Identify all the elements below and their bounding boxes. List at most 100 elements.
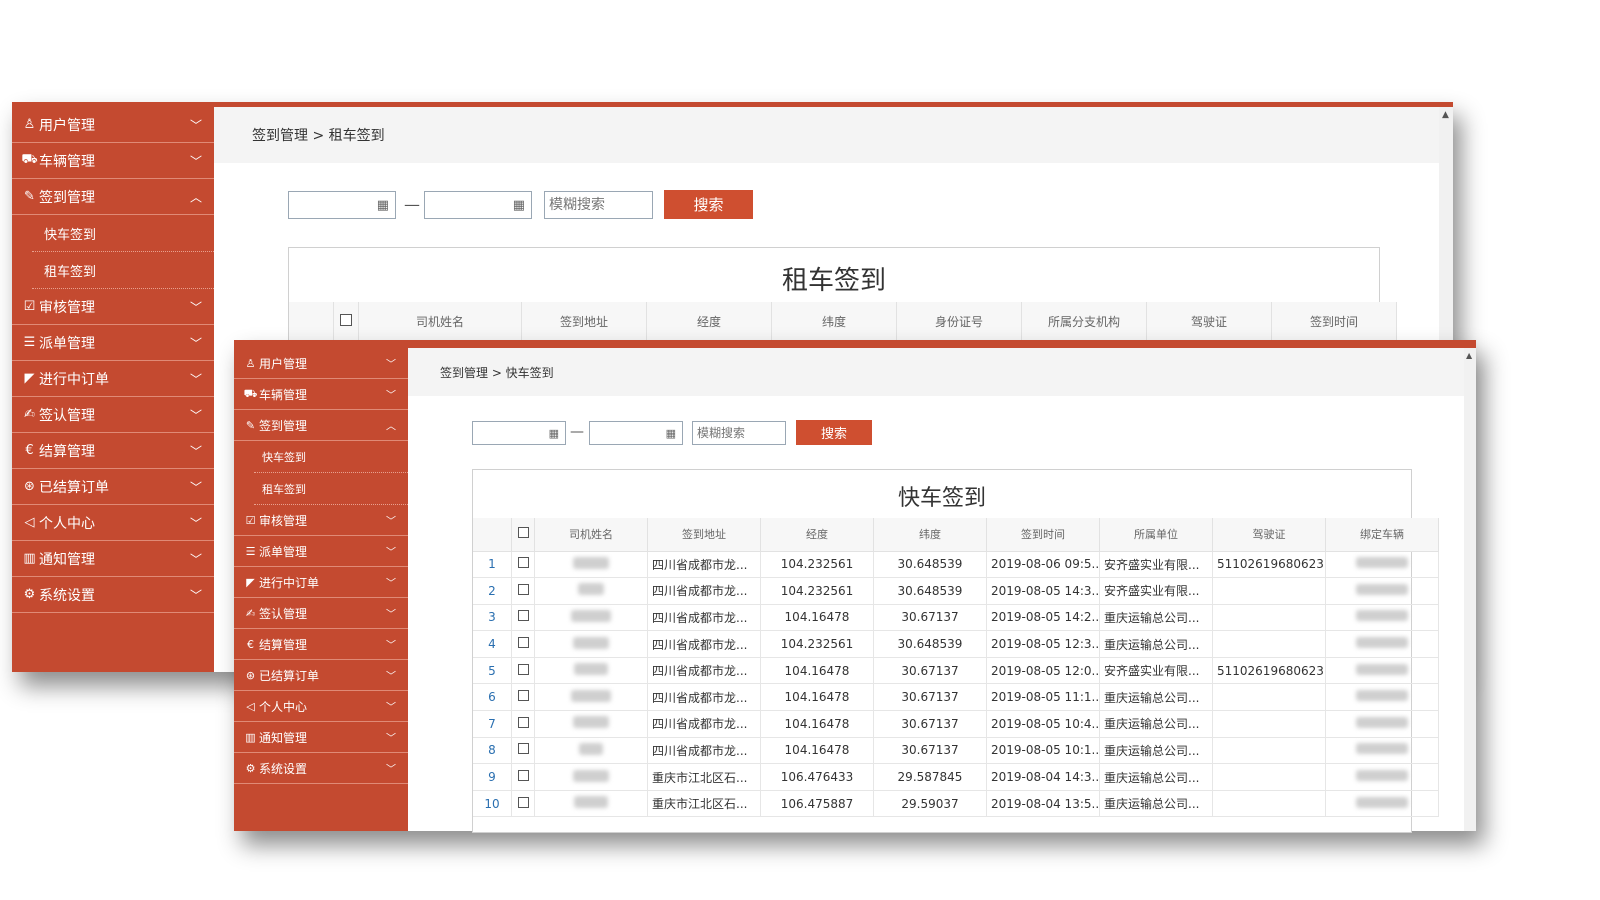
sidebar-item[interactable]: ◤ 进行中订单 ﹀: [12, 361, 214, 397]
sidebar-item[interactable]: ⊛ 已结算订单 ﹀: [12, 469, 214, 505]
sidebar-item[interactable]: ⚙ 系统设置 ﹀: [12, 577, 214, 613]
chevron-down-icon[interactable]: ﹀: [386, 668, 396, 683]
row-select[interactable]: [511, 657, 535, 685]
sidebar-item[interactable]: ◁ 个人中心 ﹀: [234, 691, 408, 722]
sidebar-subitem[interactable]: 租车签到: [254, 473, 408, 505]
table-row[interactable]: 9 重庆市江北区石... 106.476433 29.587845 2019-08-04…: [473, 763, 1439, 791]
row-checkbox[interactable]: [517, 770, 529, 782]
table-row[interactable]: 7 四川省成都市龙... 104.16478 30.67137 2019-08-05 1…: [473, 710, 1439, 738]
table-row[interactable]: 1 四川省成都市龙... 104.232561 30.648539 2019-08-06…: [473, 551, 1439, 579]
sidebar-item[interactable]: ✍ 签认管理 ﹀: [234, 598, 408, 629]
scroll-up-icon[interactable]: ▲: [1466, 351, 1472, 360]
chevron-down-icon[interactable]: ﹀: [190, 298, 202, 315]
sidebar-item[interactable]: ✍ 签认管理 ﹀: [12, 397, 214, 433]
search-input[interactable]: [545, 192, 652, 218]
table-row[interactable]: 3 四川省成都市龙... 104.16478 30.67137 2019-08-05 1…: [473, 604, 1439, 632]
row-select[interactable]: [511, 710, 535, 738]
sidebar-item[interactable]: ⛟ 车辆管理 ﹀: [234, 379, 408, 410]
sidebar-item[interactable]: ☑ 审核管理 ﹀: [234, 505, 408, 536]
scrollbar[interactable]: ▲: [1464, 348, 1476, 831]
row-checkbox[interactable]: [517, 663, 529, 675]
sidebar-item[interactable]: ⛟ 车辆管理 ﹀: [12, 143, 214, 179]
search-button[interactable]: 搜索: [796, 420, 872, 445]
row-checkbox[interactable]: [517, 690, 529, 702]
search-input-wrap[interactable]: [544, 191, 653, 219]
chevron-down-icon[interactable]: ﹀: [386, 730, 396, 745]
row-select[interactable]: [511, 630, 535, 658]
row-checkbox[interactable]: [517, 610, 529, 622]
table-row[interactable]: 10 重庆市江北区石... 106.475887 29.59037 2019-08-04…: [473, 790, 1439, 818]
table-row[interactable]: 6 四川省成都市龙... 104.16478 30.67137 2019-08-05 1…: [473, 683, 1439, 712]
table-row[interactable]: 8 四川省成都市龙... 104.16478 30.67137 2019-08-05 1…: [473, 737, 1439, 765]
chevron-down-icon[interactable]: ﹀: [386, 387, 396, 402]
col-select[interactable]: [511, 518, 535, 552]
sidebar-item[interactable]: € 结算管理 ﹀: [234, 629, 408, 660]
table-row[interactable]: 4 四川省成都市龙... 104.232561 30.648539 2019-08-05…: [473, 630, 1439, 658]
end-date-field[interactable]: ▦: [424, 191, 532, 219]
row-select[interactable]: [511, 737, 535, 765]
sidebar-item[interactable]: ☰ 派单管理 ﹀: [234, 536, 408, 567]
chevron-down-icon[interactable]: ﹀: [190, 406, 202, 423]
row-checkbox[interactable]: [517, 716, 529, 728]
calendar-icon[interactable]: ▦: [377, 198, 389, 213]
chevron-down-icon[interactable]: ﹀: [386, 544, 396, 559]
calendar-icon[interactable]: ▦: [513, 198, 525, 213]
sidebar-item[interactable]: ⚙ 系统设置 ﹀: [234, 753, 408, 784]
chevron-down-icon[interactable]: ﹀: [190, 442, 202, 459]
sidebar-item[interactable]: ◁ 个人中心 ﹀: [12, 505, 214, 541]
sidebar-item[interactable]: ⊛ 已结算订单 ﹀: [234, 660, 408, 691]
chevron-down-icon[interactable]: ﹀: [190, 370, 202, 387]
search-input[interactable]: [693, 422, 785, 444]
row-select[interactable]: [511, 551, 535, 579]
col-select[interactable]: [333, 302, 359, 343]
chevron-down-icon[interactable]: ﹀: [190, 116, 202, 133]
sidebar-item[interactable]: ♙ 用户管理 ﹀: [234, 348, 408, 379]
sidebar-subitem[interactable]: 快车签到: [32, 215, 214, 252]
calendar-icon[interactable]: ▦: [549, 427, 559, 440]
select-all-checkbox[interactable]: [340, 314, 352, 327]
chevron-down-icon[interactable]: ﹀: [386, 356, 396, 371]
chevron-up-icon[interactable]: ︿: [190, 188, 202, 205]
sidebar-item[interactable]: ✎ 签到管理 ︿: [234, 410, 408, 441]
chevron-down-icon[interactable]: ﹀: [190, 514, 202, 531]
sidebar-item[interactable]: ▥ 通知管理 ﹀: [234, 722, 408, 753]
sidebar-item[interactable]: ☰ 派单管理 ﹀: [12, 325, 214, 361]
sidebar-item[interactable]: ▥ 通知管理 ﹀: [12, 541, 214, 577]
chevron-down-icon[interactable]: ﹀: [190, 550, 202, 567]
row-checkbox[interactable]: [517, 743, 529, 755]
select-all-checkbox[interactable]: [517, 527, 529, 539]
row-select[interactable]: [511, 577, 535, 605]
start-date-field[interactable]: ▦: [472, 421, 566, 445]
chevron-down-icon[interactable]: ﹀: [386, 761, 396, 776]
sidebar-item[interactable]: ♙ 用户管理 ﹀: [12, 107, 214, 143]
search-button[interactable]: 搜索: [664, 190, 753, 219]
row-select[interactable]: [511, 683, 535, 712]
chevron-down-icon[interactable]: ﹀: [190, 152, 202, 169]
scroll-up-icon[interactable]: ▲: [1442, 110, 1449, 120]
row-select[interactable]: [511, 790, 535, 818]
calendar-icon[interactable]: ▦: [666, 427, 676, 440]
search-input-wrap[interactable]: [692, 421, 786, 445]
chevron-down-icon[interactable]: ﹀: [386, 637, 396, 652]
chevron-down-icon[interactable]: ﹀: [386, 575, 396, 590]
row-checkbox[interactable]: [517, 796, 529, 808]
chevron-down-icon[interactable]: ﹀: [190, 478, 202, 495]
chevron-up-icon[interactable]: ︿: [386, 418, 396, 433]
table-row[interactable]: 5 四川省成都市龙... 104.16478 30.67137 2019-08-05 1…: [473, 657, 1439, 685]
row-checkbox[interactable]: [517, 557, 529, 569]
sidebar-item[interactable]: ☑ 审核管理 ﹀: [12, 289, 214, 325]
row-checkbox[interactable]: [517, 637, 529, 649]
row-select[interactable]: [511, 604, 535, 632]
chevron-down-icon[interactable]: ﹀: [190, 586, 202, 603]
end-date-field[interactable]: ▦: [589, 421, 683, 445]
sidebar-subitem[interactable]: 租车签到: [32, 252, 214, 289]
table-row[interactable]: 2 四川省成都市龙... 104.232561 30.648539 2019-08-05…: [473, 577, 1439, 605]
chevron-down-icon[interactable]: ﹀: [386, 513, 396, 528]
sidebar-item[interactable]: ◤ 进行中订单 ﹀: [234, 567, 408, 598]
chevron-down-icon[interactable]: ﹀: [190, 334, 202, 351]
chevron-down-icon[interactable]: ﹀: [386, 699, 396, 714]
row-select[interactable]: [511, 763, 535, 791]
sidebar-item[interactable]: ✎ 签到管理 ︿: [12, 179, 214, 215]
row-checkbox[interactable]: [517, 583, 529, 595]
chevron-down-icon[interactable]: ﹀: [386, 606, 396, 621]
